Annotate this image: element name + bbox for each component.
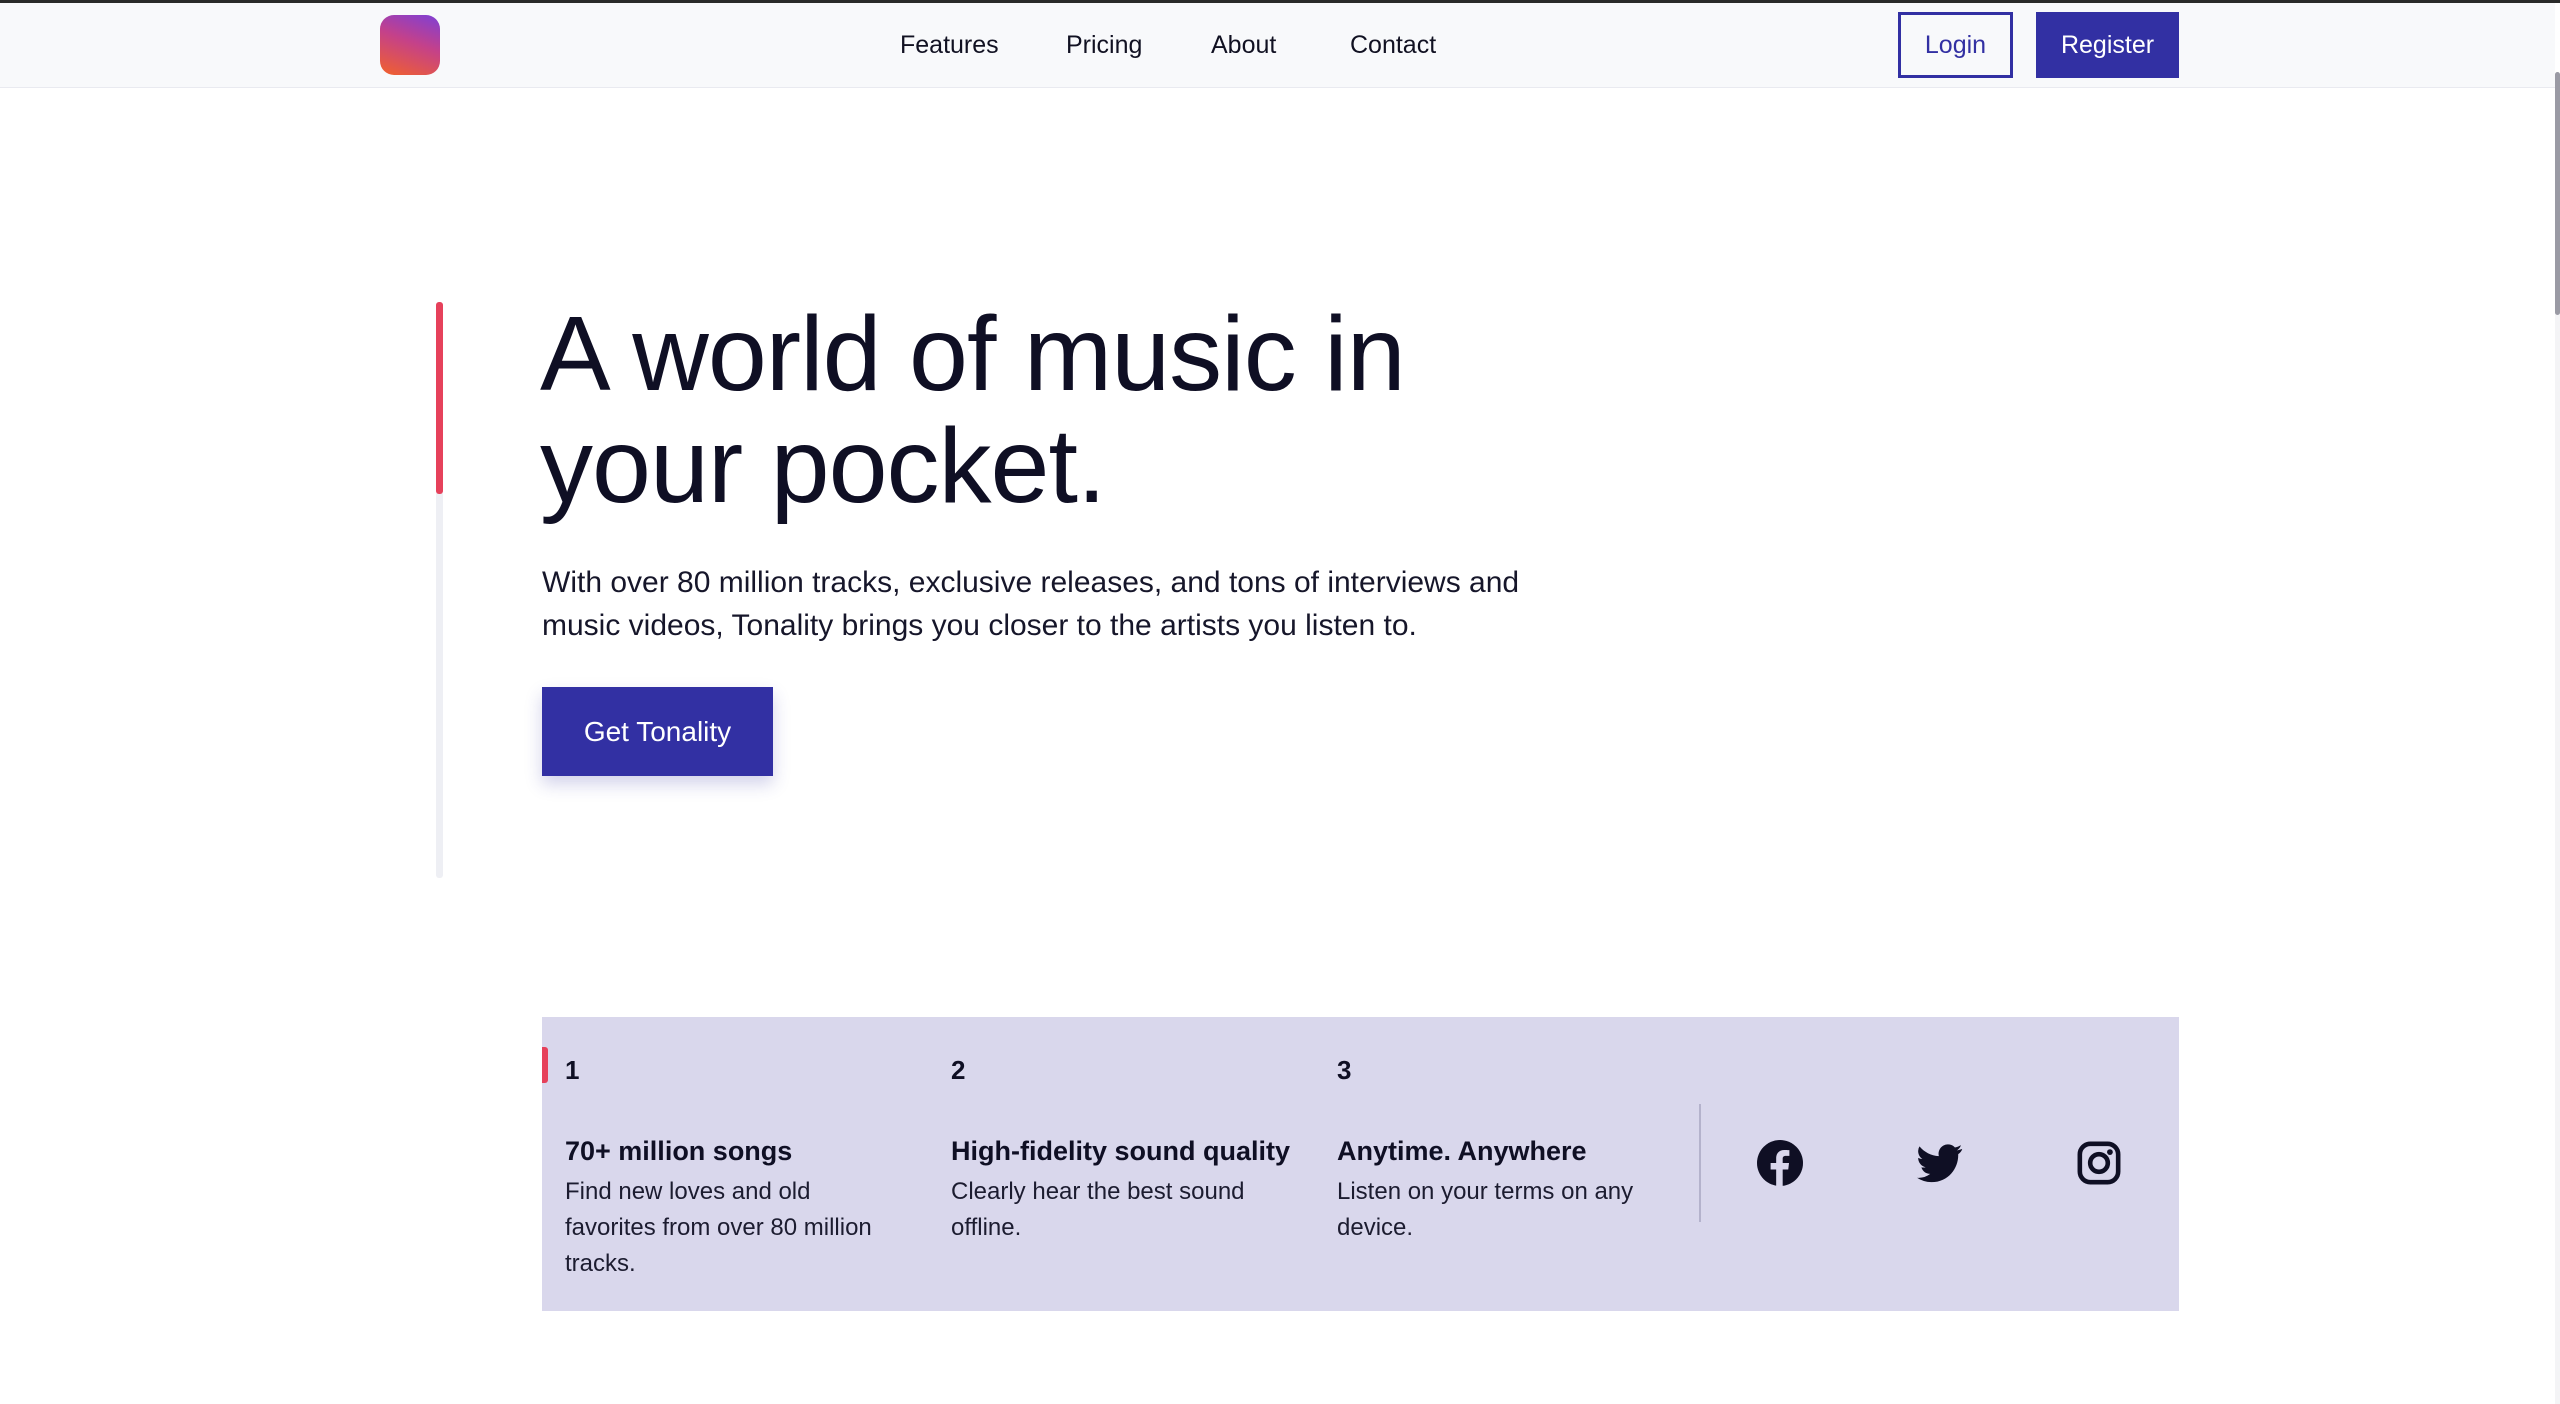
scrollbar-thumb[interactable] — [2555, 72, 2560, 315]
nav-link-features[interactable]: Features — [900, 31, 999, 60]
feature-title: 70+ million songs — [565, 1136, 793, 1166]
hero-subtitle: With over 80 million tracks, exclusive r… — [542, 566, 1520, 642]
feature-active-marker — [542, 1047, 548, 1083]
panel-divider — [1699, 1104, 1701, 1222]
feature-number: 3 — [1337, 1055, 1352, 1085]
feature-title: Anytime. Anywhere — [1337, 1136, 1587, 1166]
feature-title: High-fidelity sound quality — [951, 1136, 1290, 1166]
instagram-icon[interactable] — [2076, 1140, 2122, 1186]
feature-description: Listen on your terms on any device. — [1337, 1178, 1634, 1241]
tonality-logo[interactable] — [380, 15, 440, 75]
get-tonality-button[interactable]: Get Tonality — [542, 687, 773, 776]
site-header: Features Pricing About Contact Login Reg… — [0, 3, 2555, 88]
feature-description: Find new loves and old favorites from ov… — [565, 1178, 872, 1277]
facebook-icon[interactable] — [1757, 1140, 1803, 1186]
login-button[interactable]: Login — [1898, 12, 2013, 78]
nav-link-pricing[interactable]: Pricing — [1066, 31, 1142, 60]
hero-title: A world of music in your pocket. — [540, 295, 1406, 525]
feature-number: 1 — [565, 1055, 580, 1085]
hero-accent-bar — [436, 302, 443, 494]
feature-description: Clearly hear the best sound offline. — [951, 1178, 1245, 1241]
nav-link-contact[interactable]: Contact — [1350, 31, 1436, 60]
feature-number: 2 — [951, 1055, 966, 1085]
nav-link-about[interactable]: About — [1211, 31, 1276, 60]
register-button[interactable]: Register — [2036, 12, 2179, 78]
twitter-icon[interactable] — [1917, 1140, 1963, 1186]
